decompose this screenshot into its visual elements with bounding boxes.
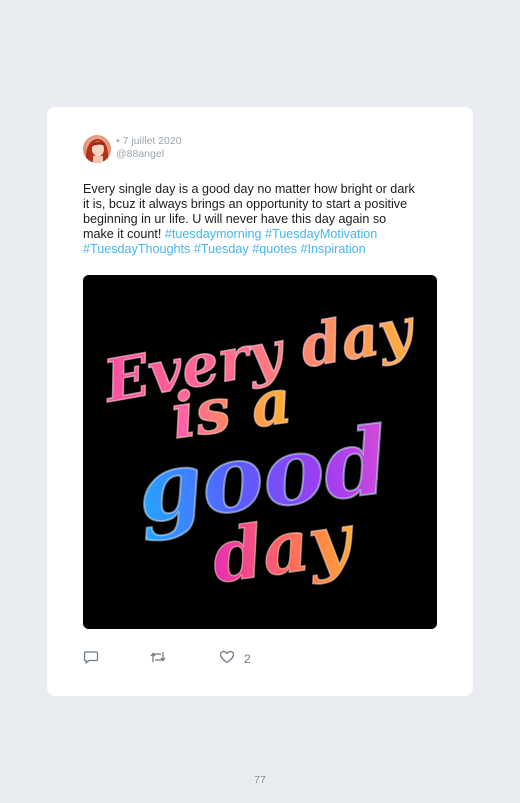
- retweet-icon: [149, 649, 167, 670]
- post-text: Every single day is a good day no matter…: [83, 182, 443, 257]
- retweet-button[interactable]: [149, 650, 167, 668]
- avatar-image: [83, 135, 111, 163]
- like-button[interactable]: 2: [219, 650, 251, 668]
- hashtag-link[interactable]: #Inspiration: [301, 242, 366, 256]
- user-handle[interactable]: @88angel: [116, 148, 182, 161]
- post-card: • 7 juillet 2020 @88angel Every single d…: [47, 107, 473, 696]
- post-text-line: make it count! #tuesdaymorning #TuesdayM…: [83, 227, 443, 242]
- heart-icon: [219, 649, 235, 670]
- post-text-line: #TuesdayThoughts #Tuesday #quotes #Inspi…: [83, 242, 443, 257]
- post-meta: • 7 juillet 2020 @88angel: [116, 135, 182, 161]
- reply-icon: [83, 649, 99, 670]
- post-text-segment: beginning in ur life. U will never have …: [83, 212, 387, 226]
- page-number: 77: [254, 774, 266, 786]
- hashtag-link[interactable]: #tuesdaymorning: [165, 227, 262, 241]
- post-text-segment: Every single day is a good day no matter…: [83, 182, 415, 196]
- post-text-line: it is, bcuz it always brings an opportun…: [83, 197, 443, 212]
- avatar[interactable]: [83, 135, 111, 163]
- hashtag-link[interactable]: #TuesdayMotivation: [265, 227, 377, 241]
- post-image[interactable]: Every day is a good day: [83, 275, 437, 629]
- reply-button[interactable]: [83, 650, 99, 668]
- post-text-line: beginning in ur life. U will never have …: [83, 212, 443, 227]
- post-date: • 7 juillet 2020: [116, 135, 182, 147]
- post-text-line: Every single day is a good day no matter…: [83, 182, 443, 197]
- hashtag-link[interactable]: #Tuesday: [194, 242, 249, 256]
- hashtag-link[interactable]: #quotes: [252, 242, 297, 256]
- post-header: • 7 juillet 2020 @88angel: [83, 135, 182, 165]
- post-actions: 2: [83, 650, 437, 668]
- lettering-artwork: Every day is a good day: [83, 275, 437, 629]
- hashtag-link[interactable]: #TuesdayThoughts: [83, 242, 190, 256]
- post-text-segment: make it count!: [83, 227, 165, 241]
- like-count: 2: [244, 652, 251, 666]
- post-text-segment: it is, bcuz it always brings an opportun…: [83, 197, 408, 211]
